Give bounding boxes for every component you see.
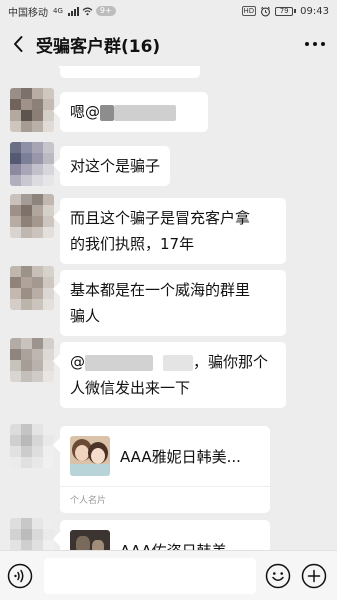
carrier-label: 中国移动: [8, 7, 48, 19]
avatar[interactable]: [10, 142, 54, 186]
clock: 09:43: [300, 5, 329, 17]
avatar[interactable]: [10, 338, 54, 382]
back-arrow-icon: [14, 36, 23, 52]
voice-button[interactable]: [6, 562, 34, 590]
message-input[interactable]: [44, 557, 256, 594]
hd-indicator: HD: [241, 6, 257, 16]
emoji-icon: [265, 563, 291, 588]
message-text-line: 而且这个骗子是冒充客户拿: [70, 209, 251, 227]
message-bubble[interactable]: 而且这个骗子是冒充客户拿 的我们执照，17年: [60, 198, 286, 264]
message-text: ，骗你那个: [193, 353, 269, 371]
more-button[interactable]: [293, 22, 337, 66]
message-bubble-partial[interactable]: [60, 66, 200, 78]
notification-badge: 9+: [95, 6, 116, 16]
message-bubble[interactable]: 基本都是在一个威海的群里 骗人: [60, 270, 286, 336]
signal-icon: [67, 6, 79, 16]
contact-card-name: AAA雅妮日韩美...: [120, 447, 241, 466]
status-bar: 中国移动 4G 9+ HD 79 09:43: [0, 0, 337, 22]
redacted-mention: [100, 104, 115, 121]
message-text: 嗯@: [70, 103, 101, 121]
message-text-line: 基本都是在一个威海的群里: [70, 281, 251, 299]
battery-icon: 79: [275, 6, 297, 16]
avatar[interactable]: [10, 194, 54, 238]
message-text-line: 的我们执照，17年: [70, 235, 195, 253]
alarm-icon: [261, 6, 271, 16]
avatar[interactable]: [10, 266, 54, 310]
more-dots-icon: [305, 42, 325, 46]
chat-title: 受骗客户群(16): [36, 36, 161, 57]
redacted-mention: [163, 354, 193, 371]
message-text: @: [70, 353, 85, 371]
message-text-line: 人微信发出来一下: [70, 379, 191, 397]
plus-button[interactable]: [300, 562, 328, 590]
status-left: 中国移动 4G 9+: [8, 4, 116, 19]
network-label: 4G: [53, 7, 63, 15]
message-list[interactable]: 嗯@ 对这个是骗子 而且这个骗子是冒充客户拿 的我们执照，17年 基本都是在一个…: [0, 66, 337, 550]
message-text-line: 骗人: [70, 307, 101, 325]
contact-card-photo: [70, 530, 110, 550]
message-bubble[interactable]: 嗯@: [60, 92, 208, 132]
battery-level: 79: [275, 6, 294, 16]
avatar[interactable]: [10, 88, 54, 132]
message-text: 对这个是骗子: [70, 157, 161, 175]
contact-card[interactable]: AAA雅妮日韩美... 个人名片: [60, 426, 270, 513]
back-button[interactable]: [0, 22, 36, 66]
chat-header: 受骗客户群(16): [0, 22, 337, 66]
redacted-mention: [114, 104, 177, 121]
voice-icon: [7, 563, 33, 588]
plus-icon: [301, 563, 327, 588]
contact-card-name: AAA佑姿日韩美...: [120, 540, 241, 551]
avatar[interactable]: [10, 424, 54, 468]
wifi-icon: [82, 7, 93, 15]
message-bubble[interactable]: 对这个是骗子: [60, 146, 171, 186]
redacted-mention: [85, 354, 153, 371]
contact-card-label: 个人名片: [60, 486, 270, 513]
contact-card[interactable]: AAA佑姿日韩美...: [60, 520, 270, 550]
message-bubble[interactable]: @ ，骗你那个 人微信发出来一下: [60, 342, 286, 408]
contact-card-photo: [70, 436, 110, 476]
input-bar: [0, 550, 337, 600]
status-right: HD 79 09:43: [241, 5, 329, 17]
emoji-button[interactable]: [264, 562, 292, 590]
avatar[interactable]: [10, 518, 54, 550]
